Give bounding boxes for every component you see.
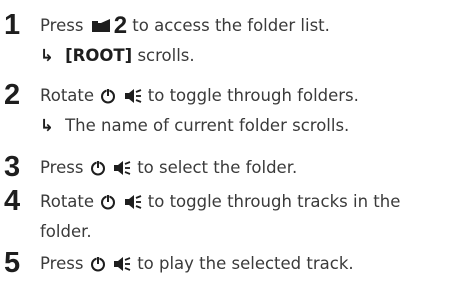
step-text-after: to select the folder. [137,158,298,177]
step-result: ↳ The name of current folder scrolls. [40,112,349,140]
folder-icon [90,18,112,34]
volume-icon [124,194,142,210]
step-number: 1 [4,9,21,41]
step-text-after: to toggle through folders. [147,86,359,105]
power-icon [90,160,106,176]
step-text: Press to play the selected track. [40,250,354,278]
step-number: 5 [4,247,21,279]
step-text-before: Press [40,158,84,177]
power-icon [90,256,106,272]
step-number: 4 [4,185,21,217]
step-text: Press 2 to access the folder list. [40,12,330,40]
step-text-after: to play the selected track. [137,254,354,273]
step-text: Rotate to toggle through folders. [40,82,359,110]
step-text-before: Press [40,16,84,35]
root-label: [ROOT] [65,46,133,65]
step-text-after: to toggle through tracks in the [147,192,401,211]
power-icon [100,194,116,210]
volume-icon [113,160,131,176]
key-number: 2 [113,12,128,39]
volume-icon [124,88,142,104]
step-text-before: Press [40,254,84,273]
result-text: scrolls. [137,46,195,65]
result-text: The name of current folder scrolls. [65,116,350,135]
instruction-steps: 1 Press 2 to access the folder list. ↳ [… [0,0,460,288]
volume-icon [113,256,131,272]
step-text-continuation: folder. [40,222,92,241]
step-text: Rotate to toggle through tracks in the [40,188,400,216]
step-text-after: to access the folder list. [132,16,330,35]
step-text: Press to select the folder. [40,154,297,182]
step-number: 2 [4,79,21,111]
step-text-before: Rotate [40,192,95,211]
step-result: ↳ [ROOT] scrolls. [40,42,195,70]
power-icon [100,88,116,104]
result-arrow-icon: ↳ [40,46,54,65]
step-text-before: Rotate [40,86,95,105]
result-arrow-icon: ↳ [40,116,54,135]
step-number: 3 [4,151,21,183]
